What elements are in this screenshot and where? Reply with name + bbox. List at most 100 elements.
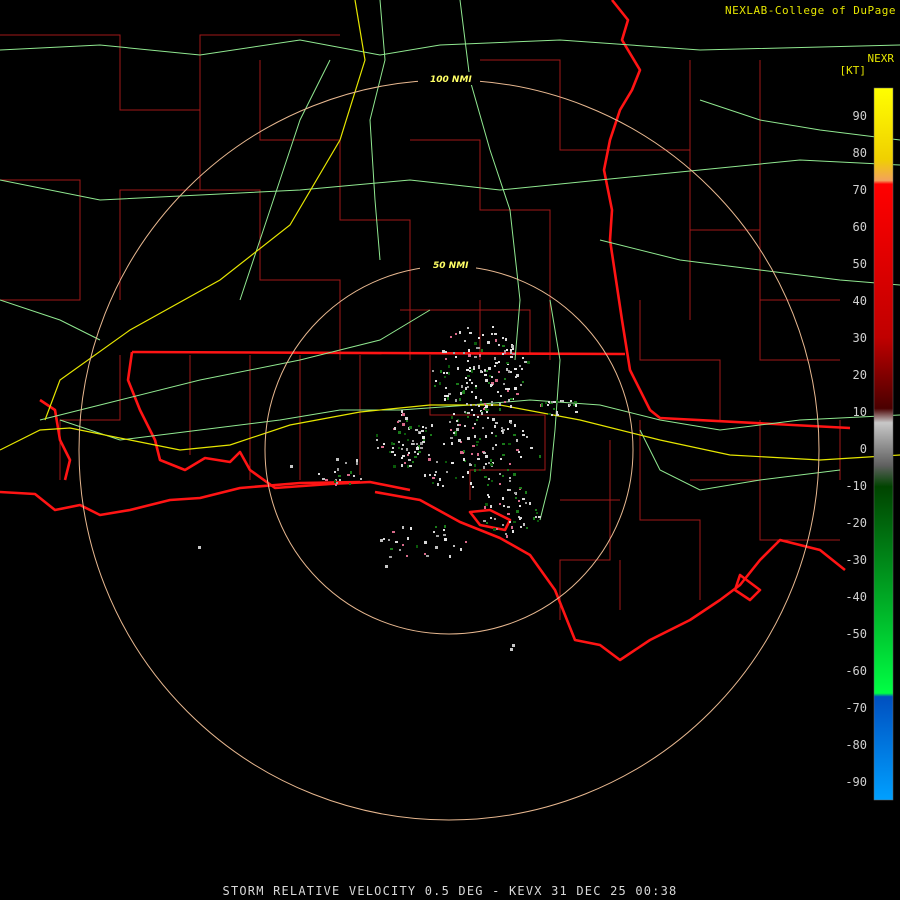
radar-return-pixel xyxy=(414,456,417,458)
radar-return-pixel xyxy=(494,333,497,335)
radar-return-pixel xyxy=(436,535,439,537)
radar-return-pixel xyxy=(462,476,464,478)
radar-return-pixel xyxy=(514,368,517,370)
radar-return-pixel xyxy=(545,402,547,404)
radar-return-pixel xyxy=(491,333,493,335)
radar-return-pixel xyxy=(506,349,508,351)
radar-return-pixel xyxy=(393,443,395,445)
radar-return-pixel xyxy=(402,455,405,457)
radar-return-pixel xyxy=(454,434,457,436)
radar-return-pixel xyxy=(494,518,496,520)
color-scale-tick: 10 xyxy=(853,405,867,419)
radar-return-pixel xyxy=(445,461,447,463)
radar-return-pixel xyxy=(350,471,352,474)
radar-return-pixel xyxy=(339,479,341,481)
radar-return-pixel xyxy=(394,427,396,430)
radar-return-pixel xyxy=(486,522,488,524)
radar-return-pixel xyxy=(487,341,490,344)
radar-return-pixel xyxy=(401,410,403,413)
radar-return-pixel xyxy=(406,448,408,451)
radar-return-pixel xyxy=(510,349,512,351)
radar-return-pixel xyxy=(514,387,517,390)
color-scale-tick: -40 xyxy=(845,590,867,604)
credit-label: NEXLAB-College of DuPage xyxy=(725,4,896,17)
radar-return-pixel xyxy=(417,453,419,455)
radar-return-pixel xyxy=(491,480,493,482)
radar-return-pixel xyxy=(500,395,502,397)
radar-return-pixel xyxy=(488,367,491,370)
radar-return-pixel xyxy=(510,351,512,354)
radar-return-pixel xyxy=(509,463,511,465)
radar-return-pixel xyxy=(458,439,461,442)
radar-return-pixel xyxy=(472,427,474,429)
radar-return-pixel xyxy=(484,403,486,405)
radar-return-pixel xyxy=(508,370,510,373)
radar-return-pixel xyxy=(481,349,483,352)
radar-return-pixel xyxy=(422,436,425,439)
radar-return-pixel xyxy=(414,451,416,453)
radar-return-pixel xyxy=(525,502,527,504)
radar-return-pixel xyxy=(435,471,437,473)
radar-return-pixel xyxy=(435,546,438,549)
radar-return-pixel xyxy=(510,398,513,400)
radar-return-pixel xyxy=(422,426,424,428)
radar-return-pixel xyxy=(523,523,525,526)
radar-return-pixel xyxy=(469,367,471,369)
radar-return-pixel xyxy=(390,548,393,550)
radar-return-pixel xyxy=(318,473,320,475)
radar-return-pixel xyxy=(443,534,446,536)
radar-return-pixel xyxy=(538,516,541,518)
radar-return-pixel xyxy=(516,439,518,442)
radar-return-pixel xyxy=(495,379,497,382)
radar-return-pixel xyxy=(535,516,537,518)
radar-return-pixel xyxy=(391,442,393,445)
radar-return-pixel xyxy=(439,382,441,385)
radar-return-pixel xyxy=(466,369,469,371)
radar-return-pixel xyxy=(476,441,479,443)
radar-return-pixel xyxy=(383,443,385,445)
radar-return-pixel xyxy=(442,350,445,353)
radar-return-pixel xyxy=(472,445,475,447)
radar-return-pixel xyxy=(575,404,577,407)
radar-return-pixel xyxy=(455,356,457,358)
radar-return-pixel xyxy=(347,474,350,476)
radar-return-pixel xyxy=(428,458,431,461)
radar-return-pixel xyxy=(409,426,412,429)
color-scale-tick: -60 xyxy=(845,664,867,678)
radar-return-pixel xyxy=(489,375,491,377)
radar-return-pixel xyxy=(399,549,401,551)
radar-return-pixel xyxy=(419,432,421,434)
color-scale-tick: -90 xyxy=(845,775,867,789)
radar-return-pixel xyxy=(453,545,455,547)
radar-return-pixel xyxy=(519,365,521,367)
radar-return-pixel xyxy=(439,478,441,481)
radar-return-pixel xyxy=(402,413,405,416)
radar-return-pixel xyxy=(431,424,433,427)
radar-return-pixel xyxy=(443,529,445,531)
radar-return-pixel xyxy=(487,484,489,486)
radar-return-pixel xyxy=(490,505,492,508)
radar-return-pixel xyxy=(478,337,480,339)
radar-return-pixel xyxy=(536,512,538,514)
radar-return-pixel xyxy=(491,376,493,378)
radar-return-pixel xyxy=(520,384,522,386)
radar-return-pixel xyxy=(505,338,507,341)
radar-return-pixel xyxy=(485,379,488,382)
radar-return-pixel xyxy=(380,539,383,542)
radar-return-pixel xyxy=(529,502,531,505)
radar-return-pixel xyxy=(460,548,462,551)
radar-return-pixel xyxy=(392,531,395,533)
radar-return-pixel xyxy=(423,439,425,441)
radar-return-pixel xyxy=(522,357,524,359)
color-scale-tick: -10 xyxy=(845,479,867,493)
radar-return-pixel xyxy=(510,422,512,424)
radar-return-pixel xyxy=(446,395,449,397)
radar-return-pixel xyxy=(473,366,475,368)
radar-return-pixel xyxy=(470,482,472,485)
radar-return-pixel xyxy=(475,404,477,406)
radar-return-pixel xyxy=(405,417,408,420)
radar-return-pixel xyxy=(462,452,464,454)
radar-return-pixel xyxy=(491,432,493,434)
radar-return-pixel xyxy=(511,526,513,529)
radar-return-pixel xyxy=(483,452,486,454)
